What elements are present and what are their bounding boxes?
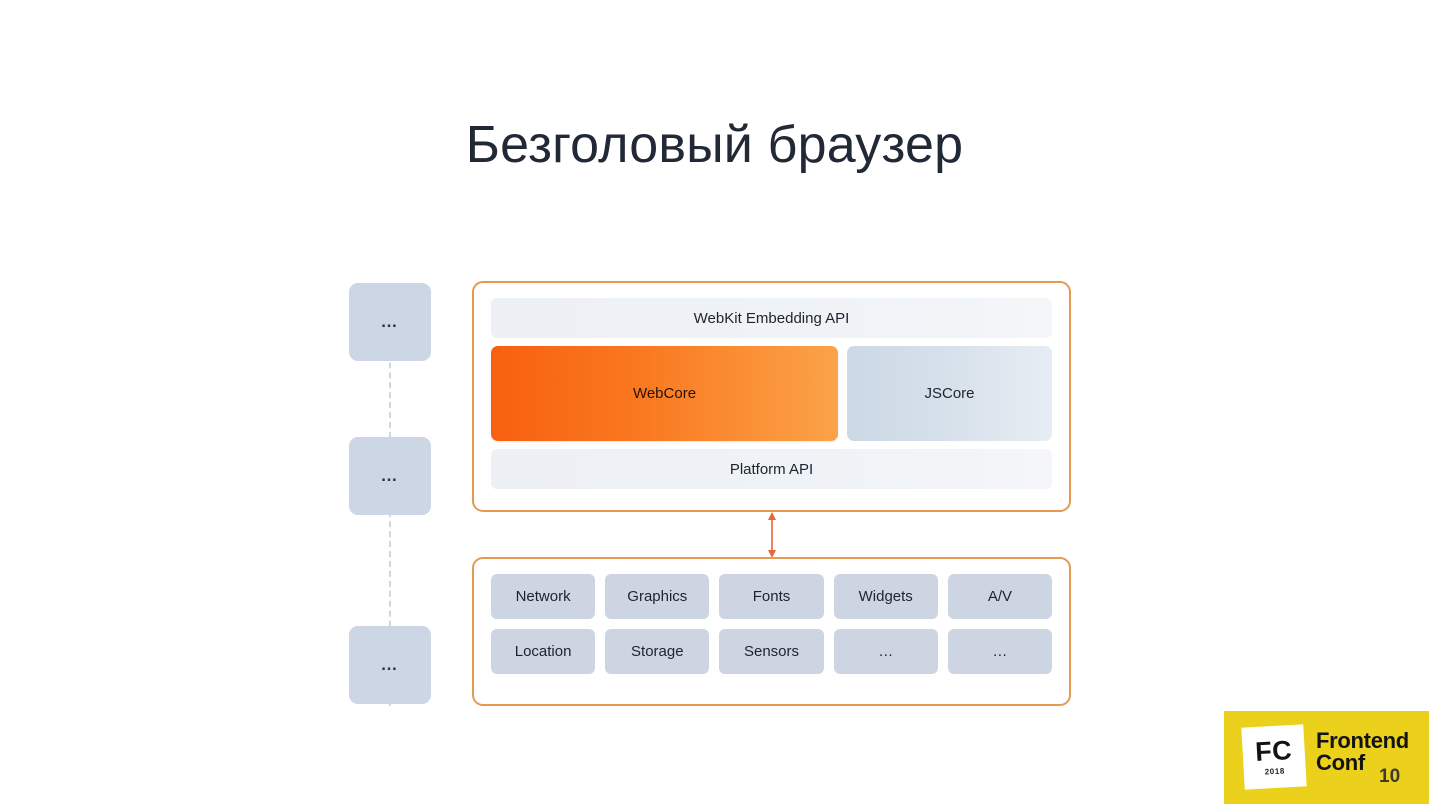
platform-tile: … (833, 629, 938, 674)
side-stack-box: … (349, 437, 431, 515)
platform-tile: Location (491, 629, 596, 674)
double-headed-arrow-icon (768, 512, 776, 558)
jscore-block: JSCore (847, 346, 1052, 441)
fc-year: 2018 (1264, 766, 1286, 777)
platform-tile: Sensors (719, 629, 824, 674)
platform-tile: Network (491, 574, 596, 619)
platform-tile-row: Network Graphics Fonts Widgets A/V (491, 574, 1053, 619)
webkit-embedding-api-bar: WebKit Embedding API (491, 298, 1052, 338)
frontend-conf-logo: FC 2018 Frontend Conf 10 (1224, 711, 1429, 804)
webcore-block: WebCore (491, 346, 838, 441)
engine-core-row: WebCore JSCore (491, 346, 1052, 441)
fc-badge-icon: FC 2018 (1241, 724, 1307, 790)
ellipsis-label: … (380, 312, 400, 331)
platform-tile: Fonts (719, 574, 824, 619)
slide-number: 10 (1379, 766, 1401, 787)
platform-api-bar: Platform API (491, 449, 1052, 489)
side-stack-column: … … … (349, 283, 431, 706)
platform-tile: Graphics (605, 574, 710, 619)
platform-tile: Widgets (833, 574, 938, 619)
webkit-engine-panel: WebKit Embedding API WebCore JSCore Plat… (472, 281, 1071, 512)
page-title: Безголовый браузер (465, 116, 964, 174)
ellipsis-label: … (380, 466, 400, 485)
ellipsis-label: … (380, 655, 400, 674)
side-stack-box: … (349, 626, 431, 704)
fc-initials: FC (1254, 735, 1293, 768)
double-arrow-connector (765, 512, 779, 558)
platform-tile: A/V (947, 574, 1053, 619)
logo-wordmark-line1: Frontend (1316, 728, 1409, 753)
platform-tile: Storage (605, 629, 710, 674)
platform-tile-row: Location Storage Sensors … … (491, 629, 1053, 674)
platform-tile: … (947, 629, 1053, 674)
platform-services-panel: Network Graphics Fonts Widgets A/V Locat… (472, 557, 1071, 706)
side-stack-box: … (349, 283, 431, 361)
